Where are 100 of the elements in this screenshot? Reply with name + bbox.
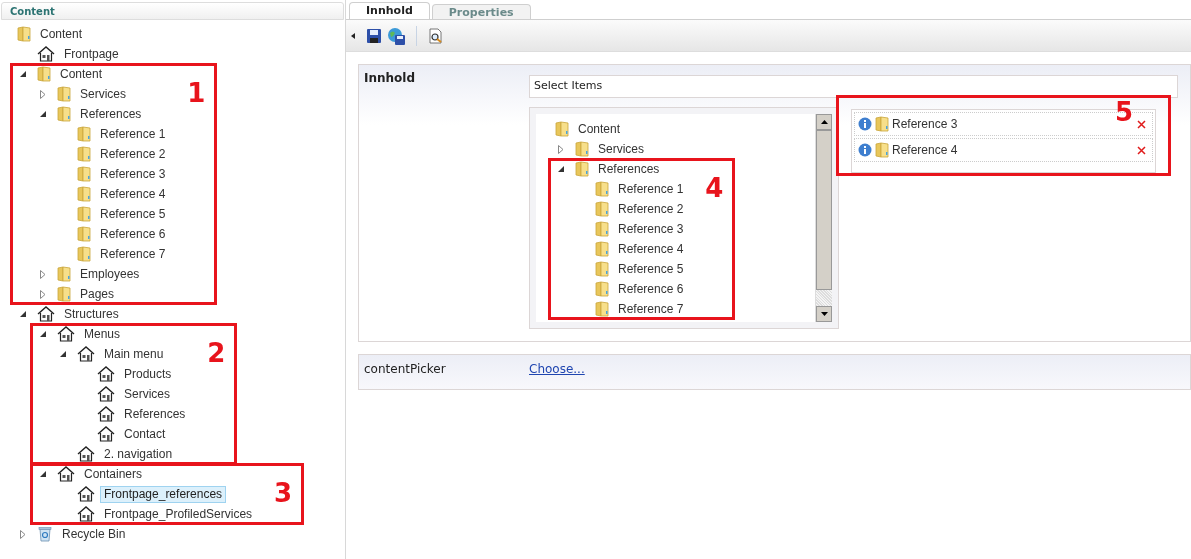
remove-icon[interactable]: [1137, 145, 1146, 155]
collapse-arrow-icon[interactable]: [60, 350, 67, 358]
tree-item[interactable]: References: [76, 105, 146, 123]
panel-title: Content: [10, 4, 55, 19]
expand-arrow-icon[interactable]: [40, 269, 46, 279]
annotation-number: 1: [187, 80, 206, 106]
tree-item[interactable]: Reference 3: [96, 165, 170, 183]
collapse-icon[interactable]: [351, 32, 355, 39]
scrollbar[interactable]: [815, 114, 832, 322]
tree-item[interactable]: Products: [120, 365, 176, 383]
tree-item[interactable]: Reference 1: [614, 180, 688, 198]
tree-item[interactable]: Reference 7: [96, 245, 170, 263]
folder-icon: [77, 146, 91, 162]
tree-item[interactable]: Services: [594, 140, 648, 158]
tree-item[interactable]: Reference 2: [614, 200, 688, 218]
tree-item[interactable]: Main menu: [100, 345, 168, 363]
tree-item[interactable]: Services: [76, 85, 130, 103]
annotation-number: 2: [207, 340, 226, 366]
tree-item[interactable]: Structures: [60, 305, 123, 323]
collapse-arrow-icon[interactable]: [40, 330, 47, 338]
tree-item[interactable]: Frontpage_ProfiledServices: [100, 505, 257, 523]
globe-save-icon[interactable]: [387, 26, 405, 45]
tree-item[interactable]: Contact: [120, 425, 170, 443]
collapse-arrow-icon[interactable]: [558, 165, 565, 173]
tree-item[interactable]: Reference 4: [614, 240, 688, 258]
folder-icon: [57, 286, 71, 302]
annotation-number: 4: [705, 175, 724, 201]
house-icon: [57, 326, 75, 342]
folder-icon: [575, 161, 589, 177]
house-icon: [97, 366, 115, 382]
folder-icon: [77, 186, 91, 202]
folder-icon: [77, 206, 91, 222]
tree-item[interactable]: References: [594, 160, 664, 178]
folder-icon: [17, 26, 31, 42]
tree-item[interactable]: Content: [36, 25, 87, 43]
tree-item[interactable]: Recycle Bin: [58, 525, 130, 543]
tree-item[interactable]: Pages: [76, 285, 119, 303]
tab[interactable]: Innhold: [349, 2, 430, 19]
house-icon: [77, 486, 95, 502]
recycle-bin-icon: [37, 526, 53, 542]
tree-item[interactable]: Reference 5: [96, 205, 170, 223]
house-icon: [97, 406, 115, 422]
info-icon[interactable]: [858, 143, 872, 157]
folder-icon: [595, 281, 609, 297]
tree-item[interactable]: Reference 4: [96, 185, 170, 203]
tree-item[interactable]: Reference 2: [96, 145, 170, 163]
folder-icon: [77, 246, 91, 262]
tree-item[interactable]: Reference 6: [96, 225, 170, 243]
expand-arrow-icon[interactable]: [40, 289, 46, 299]
info-icon[interactable]: [858, 117, 872, 131]
folder-icon: [595, 201, 609, 217]
collapse-arrow-icon[interactable]: [20, 310, 27, 318]
tree-item[interactable]: Containers: [80, 465, 147, 483]
scroll-thumb[interactable]: [816, 130, 832, 290]
folder-icon: [595, 181, 609, 197]
folder-icon: [77, 226, 91, 242]
folder-icon: [595, 221, 609, 237]
property-label: Innhold: [363, 70, 417, 87]
selected-item-label: Reference 4: [892, 142, 959, 159]
tree-item[interactable]: Menus: [80, 325, 125, 343]
house-icon: [57, 466, 75, 482]
tree-item[interactable]: Services: [120, 385, 174, 403]
expand-arrow-icon[interactable]: [558, 144, 564, 154]
tree-item[interactable]: References: [120, 405, 190, 423]
tree-item[interactable]: Reference 1: [96, 125, 170, 143]
expand-arrow-icon[interactable]: [20, 529, 26, 539]
tree-item[interactable]: Employees: [76, 265, 144, 283]
tree-item[interactable]: Reference 5: [614, 260, 688, 278]
expand-arrow-icon[interactable]: [40, 89, 46, 99]
selected-item[interactable]: Reference 4: [854, 138, 1153, 162]
folder-icon: [37, 66, 51, 82]
folder-icon: [555, 121, 569, 137]
tree-item[interactable]: Reference 3: [614, 220, 688, 238]
tree-item[interactable]: Content: [574, 120, 625, 138]
house-icon: [37, 306, 55, 322]
house-icon: [77, 346, 95, 362]
collapse-arrow-icon[interactable]: [40, 110, 47, 118]
scroll-track[interactable]: [816, 290, 832, 306]
tree-item[interactable]: Frontpage: [60, 45, 123, 63]
tree-item[interactable]: 2. navigation: [100, 445, 177, 463]
scroll-up-icon[interactable]: [820, 120, 828, 124]
house-icon: [37, 46, 55, 62]
choose-link[interactable]: Choose...: [529, 355, 585, 378]
tree-item[interactable]: Frontpage_references: [100, 485, 227, 503]
house-icon: [77, 446, 95, 462]
annotation-number: 3: [274, 480, 293, 506]
save-icon[interactable]: [366, 27, 382, 44]
scroll-down-icon[interactable]: [820, 312, 828, 316]
preview-icon[interactable]: [428, 27, 444, 44]
folder-icon: [595, 261, 609, 277]
tree-item[interactable]: Content: [56, 65, 107, 83]
select-items-header: Select Items: [529, 75, 1178, 98]
folder-icon: [57, 86, 71, 102]
collapse-arrow-icon[interactable]: [40, 470, 47, 478]
folder-icon: [57, 106, 71, 122]
collapse-arrow-icon[interactable]: [20, 70, 27, 78]
tree-item[interactable]: Reference 6: [614, 280, 688, 298]
property-label: contentPicker: [363, 361, 447, 378]
tree-item[interactable]: Reference 7: [614, 300, 688, 318]
remove-icon[interactable]: [1137, 119, 1146, 129]
